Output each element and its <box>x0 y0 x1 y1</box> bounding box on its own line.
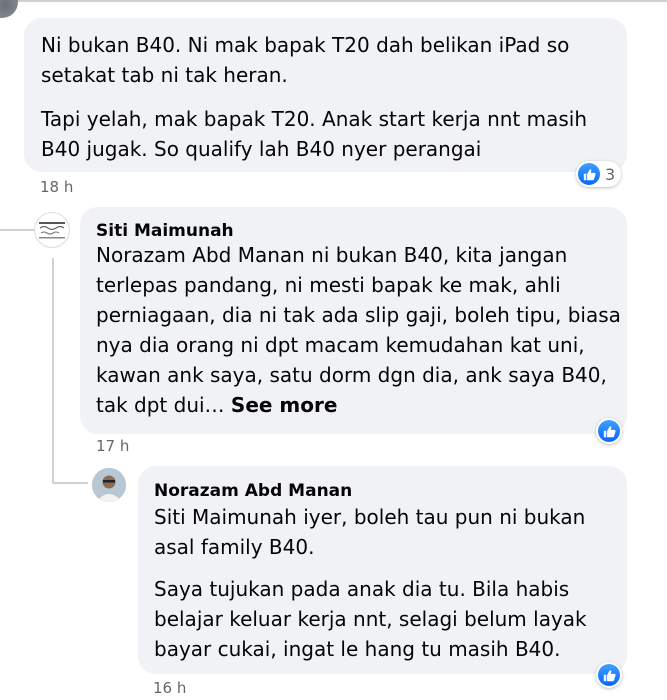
reaction-badge[interactable] <box>596 662 622 688</box>
person-avatar-icon <box>92 468 126 502</box>
like-icon <box>598 420 620 442</box>
reaction-count: 3 <box>605 164 616 184</box>
comment-bubble: Ni bukan B40. Ni mak bapak T20 dah belik… <box>24 18 627 172</box>
comment-author[interactable]: Siti Maimunah <box>96 221 234 241</box>
thread-line <box>52 258 54 483</box>
comment-text: Ni bukan B40. Ni mak bapak T20 dah belik… <box>41 33 570 87</box>
top-divider <box>0 0 667 2</box>
comment-timestamp[interactable]: 16 h <box>153 679 186 697</box>
comment-text: Norazam Abd Manan ni bukan B40, kita jan… <box>96 240 621 420</box>
thread-line <box>0 229 38 231</box>
comment-author[interactable]: Norazam Abd Manan <box>154 481 352 501</box>
like-icon <box>598 664 620 686</box>
comment-bubble: Siti Maimunah Norazam Abd Manan ni bukan… <box>80 207 627 434</box>
reaction-badge[interactable]: 3 <box>576 161 622 187</box>
see-more-link[interactable]: See more <box>231 393 338 417</box>
calligraphy-avatar-icon <box>39 222 65 239</box>
comment-timestamp[interactable]: 17 h <box>96 437 129 455</box>
reaction-badge[interactable] <box>596 418 622 444</box>
comment-text-body: Norazam Abd Manan ni bukan B40, kita jan… <box>96 243 621 417</box>
thread-line <box>52 482 88 484</box>
avatar[interactable] <box>92 468 126 502</box>
like-icon <box>578 163 600 185</box>
avatar[interactable] <box>0 0 18 18</box>
comment-timestamp[interactable]: 18 h <box>40 178 73 196</box>
comment-bubble: Norazam Abd Manan Siti Maimunah iyer, bo… <box>138 466 627 674</box>
comment-text: Saya tujukan pada anak dia tu. Bila habi… <box>154 577 587 661</box>
avatar[interactable] <box>34 212 70 248</box>
comment-text: Tapi yelah, mak bapak T20. Anak start ke… <box>41 107 588 161</box>
comment-text: Siti Maimunah iyer, boleh tau pun ni buk… <box>154 505 586 559</box>
